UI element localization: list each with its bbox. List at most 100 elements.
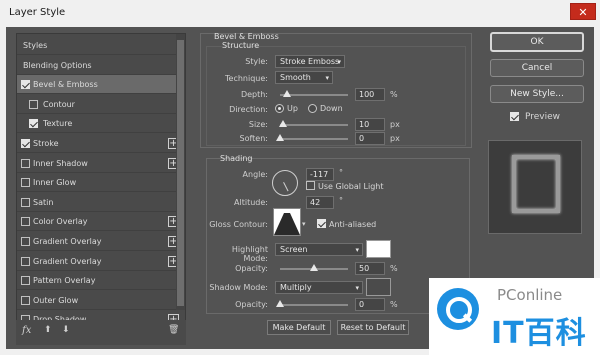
scrollbar-thumb[interactable] xyxy=(177,40,184,306)
altitude-unit: ° xyxy=(339,196,343,205)
highlight-opacity-thumb[interactable] xyxy=(310,264,318,271)
soften-slider-thumb[interactable] xyxy=(276,134,284,141)
anti-aliased-label: Anti-aliased xyxy=(329,220,377,229)
direction-down-radio[interactable] xyxy=(308,104,317,113)
style-item-label: Stroke xyxy=(33,139,59,148)
style-item-satin[interactable]: Satin xyxy=(17,193,177,212)
style-item-label: Styles xyxy=(23,41,48,50)
size-unit: px xyxy=(390,120,400,129)
style-item-label: Satin xyxy=(33,197,54,207)
angle-unit: ° xyxy=(339,168,343,177)
shadow-color-swatch[interactable] xyxy=(366,278,391,296)
style-dropdown[interactable]: Stroke Emboss ▾ xyxy=(275,55,345,68)
size-input[interactable]: 10 xyxy=(355,118,385,131)
style-item-stroke[interactable]: Stroke + xyxy=(17,134,179,153)
new-style-button[interactable]: New Style... xyxy=(490,85,584,103)
style-item-inner-glow[interactable]: Inner Glow xyxy=(17,173,177,193)
style-item-inner-shadow[interactable]: Inner Shadow + xyxy=(17,154,179,173)
ok-button[interactable]: OK xyxy=(490,32,584,52)
style-item-checkbox[interactable] xyxy=(29,119,38,129)
gloss-contour-swatch[interactable] xyxy=(273,208,301,236)
shadow-mode-dropdown[interactable]: Multiply ▾ xyxy=(275,281,363,294)
title-bar: Layer Style ✕ xyxy=(0,0,600,27)
style-item-styles[interactable]: Styles xyxy=(17,36,177,55)
technique-label: Technique: xyxy=(225,74,268,83)
preview-checkbox[interactable] xyxy=(510,112,519,121)
altitude-input[interactable]: 42 xyxy=(306,196,334,209)
watermark-subtitle: IT百科 xyxy=(491,316,587,351)
technique-value: Smooth xyxy=(280,73,311,82)
style-item-pattern-overlay[interactable]: Pattern Overlay xyxy=(17,271,177,291)
style-item-checkbox[interactable] xyxy=(21,237,30,246)
cancel-button[interactable]: Cancel xyxy=(490,59,584,77)
watermark-brand: PConline xyxy=(497,286,563,304)
style-item-label: Bevel & Emboss xyxy=(33,80,98,90)
style-item-checkbox[interactable] xyxy=(21,217,30,227)
preview-label: Preview xyxy=(525,112,561,122)
style-item-checkbox[interactable] xyxy=(21,295,30,305)
gloss-contour-chevron-icon[interactable]: ▾ xyxy=(302,220,306,228)
soften-slider-track[interactable] xyxy=(280,138,348,140)
direction-down-label: Down xyxy=(320,104,343,113)
angle-label: Angle: xyxy=(242,170,268,179)
move-up-icon[interactable]: ⬆ xyxy=(44,325,52,335)
style-item-checkbox[interactable] xyxy=(21,139,30,148)
size-slider-track[interactable] xyxy=(280,124,348,126)
style-item-checkbox[interactable] xyxy=(21,158,30,168)
anti-aliased-checkbox[interactable] xyxy=(317,219,326,228)
soften-input[interactable]: 0 xyxy=(355,132,385,145)
angle-input[interactable]: -117 xyxy=(306,168,334,181)
shadow-opacity-input[interactable]: 0 xyxy=(355,298,385,311)
shadow-opacity-thumb[interactable] xyxy=(276,300,284,307)
depth-label: Depth: xyxy=(240,90,268,99)
styles-list: Styles Blending Options Bevel & Emboss Cont… xyxy=(16,33,186,345)
depth-input[interactable]: 100 xyxy=(355,88,385,101)
style-item-outer-glow[interactable]: Outer Glow xyxy=(17,291,177,310)
highlight-opacity-input[interactable]: 50 xyxy=(355,262,385,275)
style-item-texture[interactable]: Texture xyxy=(17,114,177,134)
use-global-light-checkbox[interactable] xyxy=(306,181,315,190)
highlight-color-swatch[interactable] xyxy=(366,240,391,258)
reset-to-default-button[interactable]: Reset to Default xyxy=(337,320,409,335)
close-button[interactable]: ✕ xyxy=(570,3,596,20)
shadow-opacity-track[interactable] xyxy=(280,304,348,306)
style-item-checkbox[interactable] xyxy=(21,197,30,207)
soften-label: Soften: xyxy=(239,134,268,143)
fx-icon[interactable]: fx xyxy=(22,325,31,336)
highlight-opacity-label: Opacity: xyxy=(235,264,268,273)
shadow-opacity-unit: % xyxy=(390,300,398,309)
style-item-label: Outer Glow xyxy=(33,295,79,305)
style-item-checkbox[interactable] xyxy=(21,80,30,90)
style-item-gradient-overlay[interactable]: Gradient Overlay + xyxy=(17,252,179,271)
style-item-bevel-emboss[interactable]: Bevel & Emboss xyxy=(17,75,177,95)
size-slider-thumb[interactable] xyxy=(278,120,287,127)
soften-unit: px xyxy=(390,134,400,143)
style-item-blending-options[interactable]: Blending Options xyxy=(17,56,177,75)
style-item-checkbox[interactable] xyxy=(21,256,30,266)
direction-label: Direction: xyxy=(229,105,268,114)
watermark: PConline IT百科 xyxy=(429,278,600,355)
style-item-checkbox[interactable] xyxy=(21,178,30,188)
styles-list-footer: fx ⬆ ⬇ 🗑 xyxy=(16,320,186,345)
highlight-mode-dropdown[interactable]: Screen ▾ xyxy=(275,243,363,256)
style-item-checkbox[interactable] xyxy=(29,99,38,109)
style-item-label: Pattern Overlay xyxy=(33,276,96,286)
make-default-button[interactable]: Make Default xyxy=(267,320,331,335)
shadow-opacity-label: Opacity: xyxy=(235,300,268,309)
bevel-group-title: Bevel & Emboss xyxy=(214,32,279,41)
chevron-down-icon: ▾ xyxy=(355,246,359,254)
style-item-label: Contour xyxy=(43,99,75,109)
move-down-icon[interactable]: ⬇ xyxy=(62,325,70,335)
trash-icon[interactable]: 🗑 xyxy=(168,325,179,335)
style-item-gradient-overlay[interactable]: Gradient Overlay + xyxy=(17,232,179,251)
style-item-color-overlay[interactable]: Color Overlay + xyxy=(17,212,179,232)
technique-dropdown[interactable]: Smooth ▾ xyxy=(275,71,333,84)
highlight-mode-value: Screen xyxy=(280,245,308,254)
style-item-contour[interactable]: Contour xyxy=(17,95,177,114)
direction-up-radio[interactable] xyxy=(275,104,284,113)
style-item-label: Blending Options xyxy=(23,60,92,70)
depth-slider-thumb[interactable] xyxy=(282,90,291,97)
depth-unit: % xyxy=(390,90,398,99)
highlight-opacity-unit: % xyxy=(390,264,398,273)
style-item-checkbox[interactable] xyxy=(21,276,30,286)
